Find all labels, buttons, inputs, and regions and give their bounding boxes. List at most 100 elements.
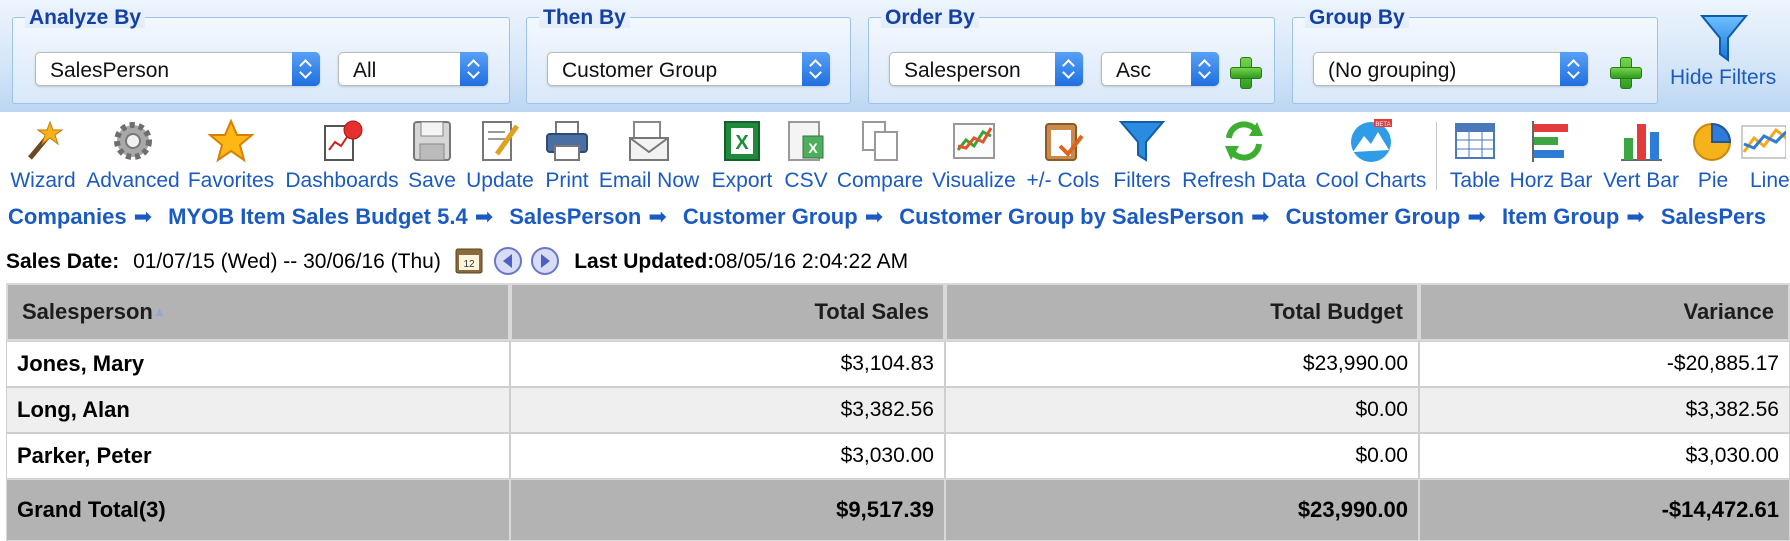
breadcrumb: Companies ➡ MYOB Item Sales Budget 5.4 ➡ S…	[8, 204, 1790, 232]
add-group-plus-icon[interactable]	[1609, 56, 1642, 89]
select-arrows-icon	[1055, 52, 1083, 86]
visualize-button[interactable]: Visualize	[930, 116, 1018, 194]
dashboards-button[interactable]: Dashboards	[282, 116, 402, 194]
analyze-by-group: Analyze By SalesPerson All	[12, 7, 510, 104]
export-label: Export	[711, 169, 773, 192]
beta-badge: BETA	[1375, 122, 1390, 128]
svg-text:12: 12	[463, 259, 475, 270]
horz-bar-button[interactable]: Horz Bar	[1506, 116, 1596, 194]
csv-label: CSV	[784, 169, 828, 192]
table-header-row: Salesperson▲ Total Sales Total Budget Va…	[6, 283, 1790, 341]
table-row[interactable]: Long, Alan $3,382.56 $0.00 $3,382.56	[6, 387, 1790, 433]
magic-wand-icon	[28, 120, 64, 160]
pie-button[interactable]: Pie	[1688, 116, 1738, 194]
pie-label: Pie	[1697, 169, 1729, 192]
analyze-by-scope-select[interactable]: All	[338, 52, 488, 86]
breadcrumb-item-report[interactable]: MYOB Item Sales Budget 5.4 ➡	[168, 204, 493, 230]
arrow-right-icon: ➡	[133, 204, 153, 229]
analyze-by-select[interactable]: SalesPerson	[35, 52, 320, 86]
order-direction-value: Asc	[1116, 59, 1152, 82]
table-row[interactable]: Jones, Mary $3,104.83 $23,990.00 -$20,88…	[6, 341, 1790, 387]
print-button[interactable]: Print	[540, 116, 594, 194]
breadcrumb-item-customer-group-2[interactable]: Customer Group ➡	[1286, 204, 1486, 230]
sales-table: Salesperson▲ Total Sales Total Budget Va…	[6, 283, 1790, 541]
favorites-label: Favorites	[187, 169, 275, 192]
analyze-by-value: SalesPerson	[50, 59, 170, 82]
filters-button[interactable]: Filters	[1108, 116, 1176, 194]
star-icon	[208, 118, 254, 163]
breadcrumb-item-item-group[interactable]: Item Group ➡	[1502, 204, 1645, 230]
then-by-select[interactable]: Customer Group	[547, 52, 830, 86]
table-row[interactable]: Parker, Peter $3,030.00 $0.00 $3,030.00	[6, 433, 1790, 479]
salesperson-column-header[interactable]: Salesperson▲	[6, 283, 510, 341]
vert-bar-label: Vert Bar	[1603, 169, 1679, 192]
hide-filters-button[interactable]: Hide Filters	[1670, 14, 1790, 94]
toolbar-separator	[1436, 122, 1437, 190]
analyze-by-legend: Analyze By	[25, 7, 146, 28]
csv-icon: X	[788, 121, 824, 161]
floppy-disk-icon	[413, 121, 451, 161]
compare-documents-icon	[862, 121, 898, 161]
breadcrumb-item-customer-group[interactable]: Customer Group ➡	[683, 204, 883, 230]
funnel-icon	[1119, 121, 1165, 162]
breadcrumb-item-salesperson-2[interactable]: SalesPers	[1661, 204, 1766, 230]
arrow-right-icon: ➡	[648, 204, 667, 229]
sales-date-label: Sales Date:	[6, 250, 120, 273]
refresh-icon	[1225, 121, 1263, 161]
group-by-select[interactable]: (No grouping)	[1313, 52, 1588, 86]
favorites-button[interactable]: Favorites	[186, 116, 276, 194]
svg-text:X: X	[808, 140, 818, 156]
svg-text:X: X	[735, 132, 749, 154]
line-button[interactable]: Line	[1740, 116, 1790, 194]
wizard-label: Wizard	[10, 169, 76, 192]
next-period-icon[interactable]	[530, 246, 560, 276]
then-by-legend: Then By	[539, 7, 630, 28]
refresh-data-button[interactable]: Refresh Data	[1180, 116, 1308, 194]
salesperson-cell[interactable]: Long, Alan	[6, 387, 510, 433]
order-direction-select[interactable]: Asc	[1101, 52, 1219, 86]
breadcrumb-item-companies[interactable]: Companies ➡	[8, 204, 152, 230]
total-sales-cell: $3,104.83	[510, 341, 945, 387]
breadcrumb-item-customer-group-by-salesperson[interactable]: Customer Group by SalesPerson ➡	[899, 204, 1269, 230]
previous-period-icon[interactable]	[493, 246, 523, 276]
export-button[interactable]: X Export	[706, 116, 778, 194]
variance-column-header[interactable]: Variance	[1419, 283, 1790, 341]
total-budget-column-header[interactable]: Total Budget	[945, 283, 1419, 341]
advanced-label: Advanced	[86, 169, 180, 192]
compare-button[interactable]: Compare	[834, 116, 926, 194]
cols-button[interactable]: +/- Cols	[1022, 116, 1104, 194]
toolbar: Wizard Advanced Favorites Dashboards Sav…	[0, 112, 1790, 195]
advanced-button[interactable]: Advanced	[84, 116, 182, 194]
hide-filters-label: Hide Filters	[1670, 66, 1777, 89]
update-button[interactable]: Update	[462, 116, 538, 194]
breadcrumb-item-salesperson[interactable]: SalesPerson ➡	[509, 204, 667, 230]
cool-charts-label: Cool Charts	[1315, 169, 1427, 192]
wizard-button[interactable]: Wizard	[6, 116, 80, 194]
calendar-icon[interactable]: 12	[455, 246, 483, 274]
vert-bar-button[interactable]: Vert Bar	[1598, 116, 1684, 194]
excel-icon: X	[724, 121, 760, 161]
email-icon	[629, 121, 669, 161]
cool-charts-button[interactable]: BETA Cool Charts	[1312, 116, 1430, 194]
email-now-button[interactable]: Email Now	[596, 116, 702, 194]
table-label: Table	[1449, 169, 1501, 192]
save-button[interactable]: Save	[404, 116, 460, 194]
arrow-right-icon: ➡	[474, 204, 494, 229]
group-by-legend: Group By	[1305, 7, 1409, 28]
salesperson-cell[interactable]: Parker, Peter	[6, 433, 510, 479]
add-order-plus-icon[interactable]	[1229, 56, 1262, 89]
filters-label: Filters	[1113, 169, 1171, 192]
then-by-group: Then By Customer Group	[526, 7, 851, 104]
salesperson-cell[interactable]: Jones, Mary	[6, 341, 510, 387]
total-sales-column-header[interactable]: Total Sales	[510, 283, 945, 341]
dashboards-label: Dashboards	[285, 169, 399, 192]
table-button[interactable]: Table	[1446, 116, 1504, 194]
order-by-value: Salesperson	[904, 59, 1021, 82]
csv-button[interactable]: X CSV	[780, 116, 832, 194]
arrow-right-icon: ➡	[1251, 204, 1270, 229]
arrow-right-icon: ➡	[1626, 204, 1645, 229]
clipboard-check-icon	[1045, 123, 1084, 161]
order-by-select[interactable]: Salesperson	[889, 52, 1083, 86]
sales-date-value: 01/07/15 (Wed) -- 30/06/16 (Thu)	[133, 250, 441, 273]
line-label: Line	[1750, 169, 1790, 192]
